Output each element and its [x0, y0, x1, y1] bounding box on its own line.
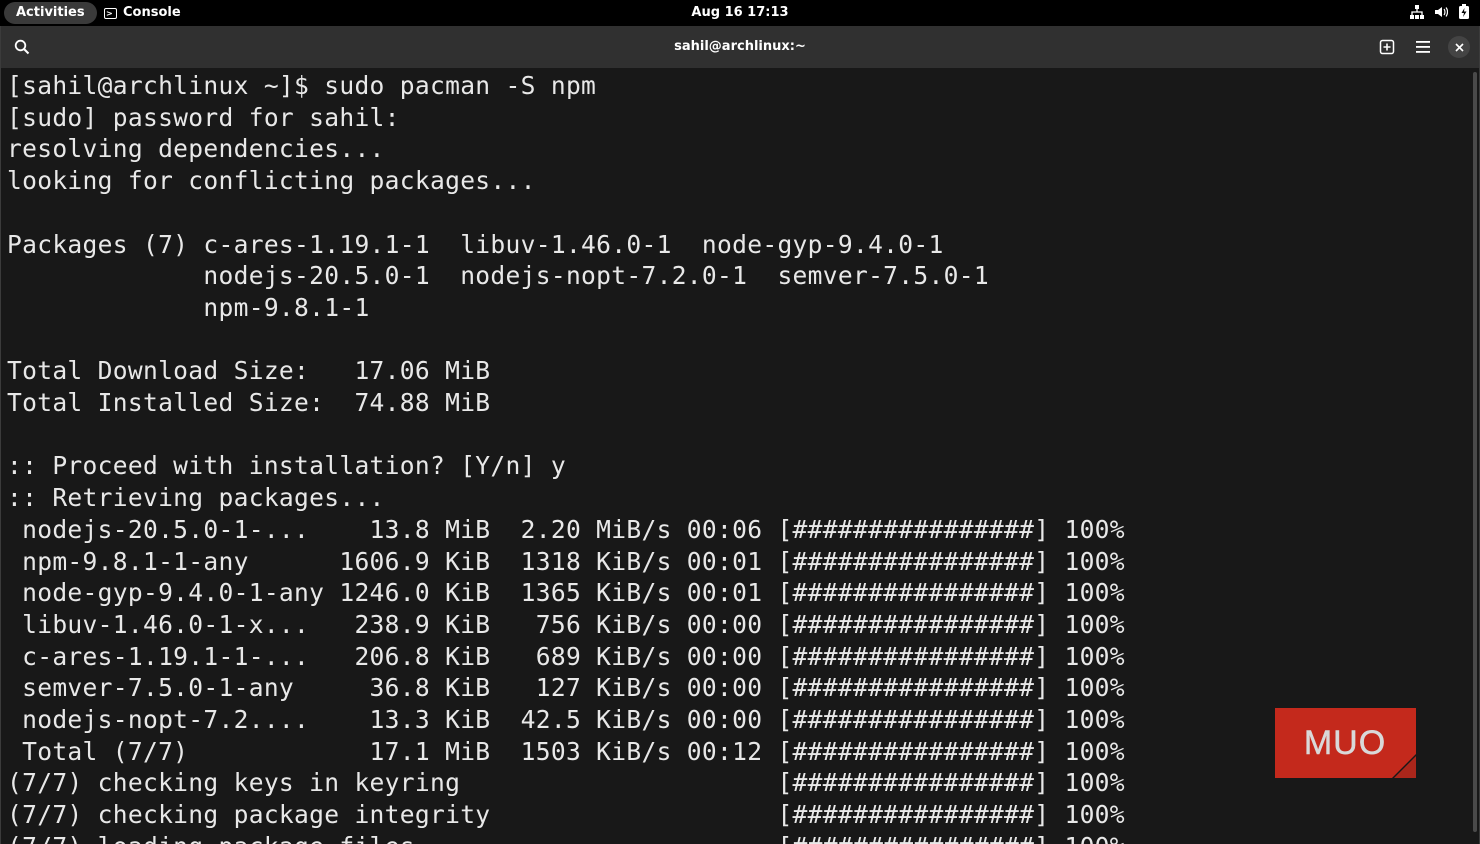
battery-icon[interactable]: [1458, 4, 1470, 19]
terminal-line: npm-9.8.1-1-any 1606.9 KiB 1318 KiB/s 00…: [7, 546, 1125, 576]
muo-watermark-logo: MUO: [1275, 708, 1416, 778]
terminal-output[interactable]: [sahil@archlinux ~]$ sudo pacman -S npm …: [1, 68, 1471, 844]
scrollbar-thumb[interactable]: [1473, 72, 1477, 832]
svg-text:MUO: MUO: [1304, 724, 1386, 762]
terminal-line: c-ares-1.19.1-1-... 206.8 KiB 689 KiB/s …: [7, 641, 1125, 671]
terminal-line: (7/7) checking keys in keyring [########…: [7, 768, 1125, 798]
terminal-line: Total Installed Size: 74.88 MiB: [7, 388, 491, 418]
close-button[interactable]: [1446, 34, 1472, 60]
terminal-line: nodejs-nopt-7.2.... 13.3 KiB 42.5 KiB/s …: [7, 705, 1125, 735]
header-bar: sahil@archlinux:~: [1, 26, 1479, 68]
activities-button[interactable]: Activities: [4, 2, 97, 24]
gnome-top-bar: Activities Console Aug 16 17:13: [0, 0, 1480, 26]
clock-container: Aug 16 17:13: [0, 0, 1480, 26]
terminal-line: (7/7) loading package files [###########…: [7, 832, 1125, 844]
console-icon: [104, 3, 117, 25]
terminal-line: nodejs-20.5.0-1 nodejs-nopt-7.2.0-1 semv…: [7, 261, 989, 291]
search-icon: [14, 39, 30, 55]
terminal-line: nodejs-20.5.0-1-... 13.8 MiB 2.20 MiB/s …: [7, 514, 1125, 544]
terminal-line: npm-9.8.1-1: [7, 292, 370, 322]
terminal-line: [sudo] password for sahil:: [7, 102, 400, 132]
new-tab-icon: [1379, 39, 1395, 55]
hamburger-menu-icon: [1416, 41, 1430, 53]
terminal-line: :: Retrieving packages...: [7, 483, 385, 513]
network-icon[interactable]: [1410, 4, 1424, 19]
terminal-line: (7/7) checking package integrity [######…: [7, 800, 1125, 830]
terminal-line: Total Download Size: 17.06 MiB: [7, 356, 491, 386]
terminal-line: [sahil@archlinux ~]$ sudo pacman -S npm: [7, 71, 597, 100]
close-icon: [1448, 36, 1470, 58]
terminal-line: resolving dependencies...: [7, 134, 385, 164]
terminal-text: [sahil@archlinux ~]$ sudo pacman -S npm …: [7, 70, 1471, 844]
terminal-line: node-gyp-9.4.0-1-any 1246.0 KiB 1365 KiB…: [7, 578, 1125, 608]
app-menu-button[interactable]: Console: [104, 2, 181, 25]
terminal-window: sahil@archlinux:~ [sahil@archlinux ~]$ s…: [0, 26, 1480, 844]
main-menu-button[interactable]: [1410, 34, 1436, 60]
volume-icon[interactable]: [1434, 5, 1448, 19]
app-menu-label: Console: [123, 5, 181, 20]
terminal-line: Total (7/7) 17.1 MiB 1503 KiB/s 00:12 [#…: [7, 736, 1125, 766]
terminal-line: semver-7.5.0-1-any 36.8 KiB 127 KiB/s 00…: [7, 673, 1125, 703]
search-button[interactable]: [9, 34, 35, 60]
terminal-line: looking for conflicting packages...: [7, 166, 536, 196]
system-tray[interactable]: [1410, 4, 1470, 19]
new-tab-button[interactable]: [1374, 34, 1400, 60]
terminal-line: libuv-1.46.0-1-x... 238.9 KiB 756 KiB/s …: [7, 609, 1125, 639]
scrollbar[interactable]: [1471, 68, 1479, 844]
clock-button[interactable]: Aug 16 17:13: [691, 5, 788, 20]
terminal-line: :: Proceed with installation? [Y/n] y: [7, 451, 566, 481]
terminal-line: Packages (7) c-ares-1.19.1-1 libuv-1.46.…: [7, 229, 944, 259]
window-title: sahil@archlinux:~: [674, 39, 806, 54]
